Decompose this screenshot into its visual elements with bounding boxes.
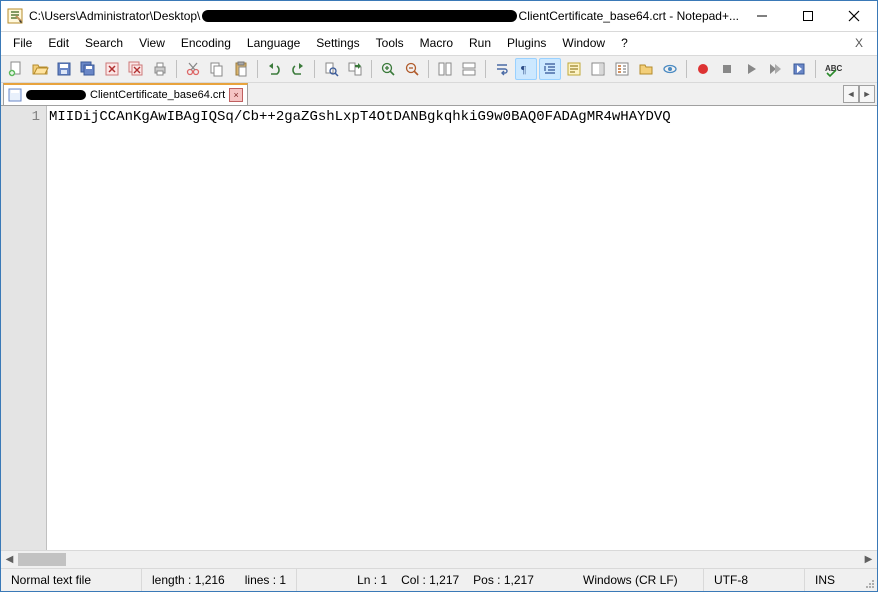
save-button[interactable] bbox=[53, 58, 75, 80]
svg-text:¶: ¶ bbox=[521, 64, 526, 76]
status-eol[interactable]: Windows (CR LF) bbox=[573, 569, 704, 591]
scroll-thumb[interactable] bbox=[18, 553, 66, 566]
close-file-button[interactable] bbox=[101, 58, 123, 80]
menu-run[interactable]: Run bbox=[461, 32, 499, 54]
toolbar-separator bbox=[314, 60, 315, 78]
status-pos: Pos : 1,217 bbox=[473, 573, 534, 587]
scroll-track[interactable] bbox=[18, 551, 860, 568]
toolbar-separator bbox=[257, 60, 258, 78]
folder-as-workspace-button[interactable] bbox=[635, 58, 657, 80]
toolbar-separator bbox=[485, 60, 486, 78]
scroll-left-arrow[interactable]: ◀ bbox=[1, 551, 18, 568]
status-bar: Normal text file length : 1,216 lines : … bbox=[1, 568, 877, 591]
redo-button[interactable] bbox=[287, 58, 309, 80]
zoom-in-button[interactable] bbox=[377, 58, 399, 80]
menu-window[interactable]: Window bbox=[554, 32, 613, 54]
status-file-type: Normal text file bbox=[1, 569, 142, 591]
menu-tools[interactable]: Tools bbox=[368, 32, 412, 54]
editor[interactable]: 1 MIIDijCCAnKgAwIBAgIQSq/Cb++2gaZGshLxpT… bbox=[1, 106, 877, 550]
file-tab[interactable]: ClientCertificate_base64.crt × bbox=[3, 83, 248, 105]
title-bar[interactable]: C:\Users\Administrator\Desktop\ ClientCe… bbox=[1, 1, 877, 32]
word-wrap-button[interactable] bbox=[491, 58, 513, 80]
tab-scroll-left[interactable]: ◄ bbox=[843, 85, 859, 103]
sync-vscroll-button[interactable] bbox=[434, 58, 456, 80]
status-ln: Ln : 1 bbox=[357, 573, 387, 587]
paste-button[interactable] bbox=[230, 58, 252, 80]
status-col: Col : 1,217 bbox=[401, 573, 459, 587]
status-encoding[interactable]: UTF-8 bbox=[704, 569, 805, 591]
toolbar-separator bbox=[686, 60, 687, 78]
close-all-button[interactable] bbox=[125, 58, 147, 80]
app-icon bbox=[7, 8, 23, 24]
minimize-button[interactable] bbox=[739, 1, 785, 31]
toolbar-separator bbox=[176, 60, 177, 78]
menu-view[interactable]: View bbox=[131, 32, 173, 54]
maximize-button[interactable] bbox=[785, 1, 831, 31]
play-macro-multi-button[interactable] bbox=[764, 58, 786, 80]
editor-area: 1 MIIDijCCAnKgAwIBAgIQSq/Cb++2gaZGshLxpT… bbox=[1, 106, 877, 568]
close-button[interactable] bbox=[831, 1, 877, 31]
toolbar: ¶ ABC bbox=[1, 55, 877, 83]
save-macro-button[interactable] bbox=[788, 58, 810, 80]
stop-macro-button[interactable] bbox=[716, 58, 738, 80]
notepad-plus-plus-window: C:\Users\Administrator\Desktop\ ClientCe… bbox=[0, 0, 878, 592]
tab-filename: ClientCertificate_base64.crt bbox=[90, 89, 225, 101]
menu-settings[interactable]: Settings bbox=[308, 32, 367, 54]
tab-scroll: ◄ ► bbox=[843, 85, 875, 103]
line-number-gutter: 1 bbox=[1, 106, 47, 550]
replace-button[interactable] bbox=[344, 58, 366, 80]
print-button[interactable] bbox=[149, 58, 171, 80]
tab-scroll-right[interactable]: ► bbox=[859, 85, 875, 103]
status-position-group: Ln : 1 Col : 1,217 Pos : 1,217 bbox=[297, 569, 573, 591]
spellcheck-button[interactable]: ABC bbox=[821, 58, 843, 80]
sync-hscroll-button[interactable] bbox=[458, 58, 480, 80]
scroll-right-arrow[interactable]: ▶ bbox=[860, 551, 877, 568]
menu-encoding[interactable]: Encoding bbox=[173, 32, 239, 54]
open-file-button[interactable] bbox=[29, 58, 51, 80]
toolbar-separator bbox=[371, 60, 372, 78]
code-content[interactable]: MIIDijCCAnKgAwIBAgIQSq/Cb++2gaZGshLxpT4O… bbox=[47, 106, 877, 550]
window-controls bbox=[739, 1, 877, 31]
horizontal-scrollbar[interactable]: ◀ ▶ bbox=[1, 550, 877, 568]
resize-grip[interactable] bbox=[861, 569, 877, 591]
doc-map-button[interactable] bbox=[587, 58, 609, 80]
menu-plugins[interactable]: Plugins bbox=[499, 32, 554, 54]
menu-help[interactable]: ? bbox=[613, 32, 636, 54]
tab-close-button[interactable]: × bbox=[229, 88, 243, 102]
redacted-path bbox=[202, 10, 516, 22]
file-icon bbox=[8, 88, 22, 102]
title-path-prefix: C:\Users\Administrator\Desktop\ bbox=[29, 9, 200, 23]
status-length: length : 1,216 bbox=[142, 569, 235, 591]
indent-guide-button[interactable] bbox=[539, 58, 561, 80]
menu-bar: File Edit Search View Encoding Language … bbox=[1, 32, 877, 55]
undo-button[interactable] bbox=[263, 58, 285, 80]
toolbar-separator bbox=[428, 60, 429, 78]
menu-macro[interactable]: Macro bbox=[412, 32, 461, 54]
copy-button[interactable] bbox=[206, 58, 228, 80]
zoom-out-button[interactable] bbox=[401, 58, 423, 80]
monitor-file-button[interactable] bbox=[659, 58, 681, 80]
menu-language[interactable]: Language bbox=[239, 32, 308, 54]
user-lang-button[interactable] bbox=[563, 58, 585, 80]
line-number: 1 bbox=[1, 108, 40, 126]
tab-bar: ClientCertificate_base64.crt × ◄ ► bbox=[1, 83, 877, 106]
function-list-button[interactable] bbox=[611, 58, 633, 80]
toolbar-separator bbox=[815, 60, 816, 78]
menu-edit[interactable]: Edit bbox=[40, 32, 77, 54]
save-all-button[interactable] bbox=[77, 58, 99, 80]
close-document-button[interactable]: X bbox=[845, 32, 873, 54]
menu-search[interactable]: Search bbox=[77, 32, 131, 54]
status-lines: lines : 1 bbox=[235, 569, 297, 591]
new-file-button[interactable] bbox=[5, 58, 27, 80]
title-path-suffix: ClientCertificate_base64.crt - Notepad+.… bbox=[519, 9, 739, 23]
window-title: C:\Users\Administrator\Desktop\ ClientCe… bbox=[29, 9, 739, 23]
show-all-chars-button[interactable]: ¶ bbox=[515, 58, 537, 80]
menu-file[interactable]: File bbox=[5, 32, 40, 54]
redacted-tab-prefix bbox=[26, 90, 86, 100]
cut-button[interactable] bbox=[182, 58, 204, 80]
find-button[interactable] bbox=[320, 58, 342, 80]
status-insert-mode[interactable]: INS bbox=[805, 569, 861, 591]
record-macro-button[interactable] bbox=[692, 58, 714, 80]
play-macro-button[interactable] bbox=[740, 58, 762, 80]
